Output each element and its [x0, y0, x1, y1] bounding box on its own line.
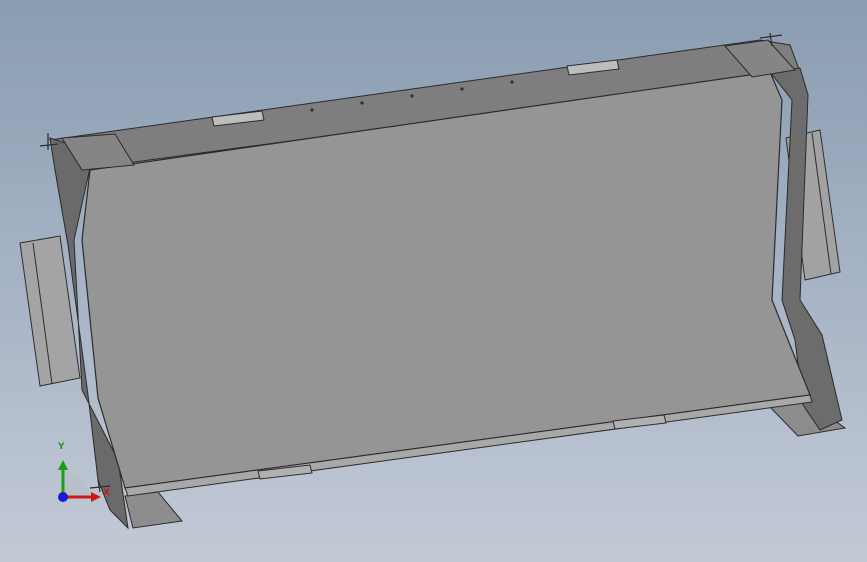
x-axis-arrowhead	[91, 492, 101, 502]
triad-y-label: Y	[58, 442, 65, 452]
y-axis-arrowhead	[58, 460, 68, 470]
graphics-viewport[interactable]: Y X	[0, 0, 867, 562]
z-axis-dot	[58, 492, 68, 502]
model-view[interactable]	[0, 0, 867, 562]
coordinate-triad	[58, 460, 101, 502]
triad-quarter-disc	[63, 471, 89, 497]
triad-x-label: X	[103, 488, 110, 498]
bottom-left-foot	[124, 491, 183, 529]
